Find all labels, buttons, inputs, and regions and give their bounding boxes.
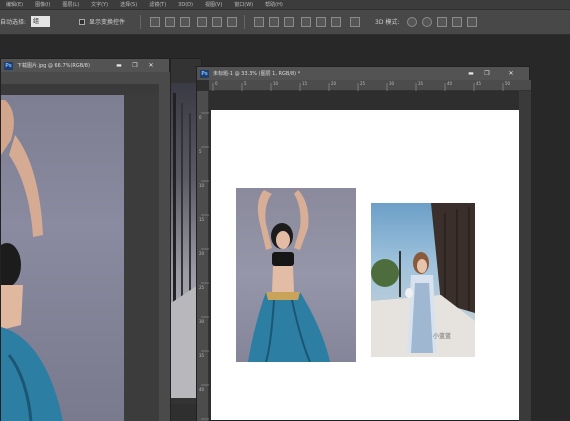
align-left-icon[interactable] [197,17,207,27]
roll-3d-icon[interactable] [422,17,432,27]
ruler-label: 35 [418,81,424,86]
options-divider [244,15,245,29]
align-top-icon[interactable] [150,17,160,27]
menu-edit[interactable]: 编辑(E) [0,1,29,8]
ruler-label: 25 [360,81,366,86]
dancer-illustration [1,100,63,421]
ruler-label: 20 [199,251,205,256]
dancer-photo-large [1,95,124,421]
ruler-label: 0 [215,81,218,86]
auto-select-label: 自动选择: [0,19,27,26]
options-bar: 自动选择: 组 显示变换控件 3D 模式: [0,9,570,35]
auto-align-icon[interactable] [350,17,360,27]
ruler-label: 10 [199,183,205,188]
menu-help[interactable]: 帮助(H) [259,1,289,8]
active-window-close-button[interactable]: ✕ [505,69,517,78]
street-girl-illustration [371,203,475,357]
left-ruler: 0 5 10 15 20 25 30 35 40 [197,91,209,421]
ruler-label: 15 [302,81,308,86]
photo-watermark: 小蓝蓝 [433,333,452,340]
ruler-label: 5 [244,81,247,86]
slide-3d-icon[interactable] [452,17,462,27]
menu-bar: 编辑(E) 图像(I) 图层(L) 文字(Y) 选择(S) 滤镜(T) 3D(D… [0,0,570,9]
menu-window[interactable]: 窗口(W) [228,1,259,8]
document-canvas[interactable]: 小蓝蓝 [211,110,519,420]
rotate-3d-icon[interactable] [407,17,417,27]
canvas-photo-street[interactable]: 小蓝蓝 [371,203,475,357]
photoshop-logo-icon: Ps [200,69,209,78]
ruler-label: 30 [199,319,205,324]
3d-mode-label: 3D 模式: [375,19,400,26]
active-window-scrollbar[interactable] [519,91,531,421]
active-window-minimize-button[interactable]: ▬ [465,69,477,78]
ruler-label: 25 [199,285,205,290]
scale-3d-icon[interactable] [467,17,477,27]
ruler-label: 40 [199,387,205,392]
options-divider [140,15,141,29]
distribute-bottom-icon[interactable] [284,17,294,27]
active-window-restore-button[interactable]: ❐ [481,69,493,78]
menu-view[interactable]: 视图(V) [199,1,228,8]
align-right-icon[interactable] [227,17,237,27]
align-hcenter-icon[interactable] [212,17,222,27]
left-window-minimize-button[interactable]: ▬ [113,61,125,70]
active-window-title: 未标题-1 @ 33.3% (图层 1, RGB/8) * [213,71,301,77]
ruler-label: 20 [331,81,337,86]
pan-3d-icon[interactable] [437,17,447,27]
left-ruler-ticks [201,112,209,420]
left-window-close-button[interactable]: ✕ [145,61,157,70]
menu-image[interactable]: 图像(I) [29,1,56,8]
ruler-label: 5 [199,149,202,154]
distribute-top-icon[interactable] [254,17,264,27]
menu-3d[interactable]: 3D(D) [172,2,199,8]
left-window-title: 下载图片.jpg @ 66.7%(RGB/8) [17,63,90,69]
distribute-vcenter-icon[interactable] [269,17,279,27]
menu-type[interactable]: 文字(Y) [85,1,114,8]
ruler-label: 45 [476,81,482,86]
show-transform-checkbox[interactable] [79,19,85,25]
left-window-ruler [1,72,159,84]
align-vcenter-icon[interactable] [165,17,175,27]
left-window-pasteboard [124,95,159,421]
left-window-restore-button[interactable]: ❐ [129,61,141,70]
ruler-label: 10 [273,81,279,86]
show-transform-label: 显示变换控件 [89,19,126,26]
ruler-label: 30 [389,81,395,86]
menu-select[interactable]: 选择(S) [114,1,143,8]
photoshop-logo-icon: Ps [4,61,13,70]
menu-layer[interactable]: 图层(L) [56,1,85,8]
distribute-right-icon[interactable] [331,17,341,27]
active-document-window[interactable]: Ps 未标题-1 @ 33.3% (图层 1, RGB/8) * ▬ ❐ ✕ 0… [196,66,531,421]
ruler-label: 0 [199,115,202,120]
ruler-label: 40 [447,81,453,86]
ruler-label: 35 [199,353,205,358]
menu-filter[interactable]: 滤镜(T) [143,1,172,8]
top-ruler-ticks [212,83,504,91]
align-bottom-icon[interactable] [180,17,190,27]
top-ruler: 0 5 10 15 20 25 30 35 40 45 50 [209,80,531,91]
distribute-left-icon[interactable] [301,17,311,27]
dancer-figure-illustration [248,190,330,362]
canvas-photo-dancer[interactable] [236,188,356,362]
distribute-hcenter-icon[interactable] [316,17,326,27]
left-window-titlebar[interactable]: Ps 下载图片.jpg @ 66.7%(RGB/8) [1,59,169,72]
ruler-label: 50 [505,81,511,86]
active-window-titlebar[interactable]: Ps 未标题-1 @ 33.3% (图层 1, RGB/8) * [197,67,529,80]
left-document-window[interactable]: Ps 下载图片.jpg @ 66.7%(RGB/8) ▬ ❐ ✕ [0,58,171,421]
auto-select-dropdown[interactable]: 组 [31,16,50,27]
ruler-label: 15 [199,217,205,222]
